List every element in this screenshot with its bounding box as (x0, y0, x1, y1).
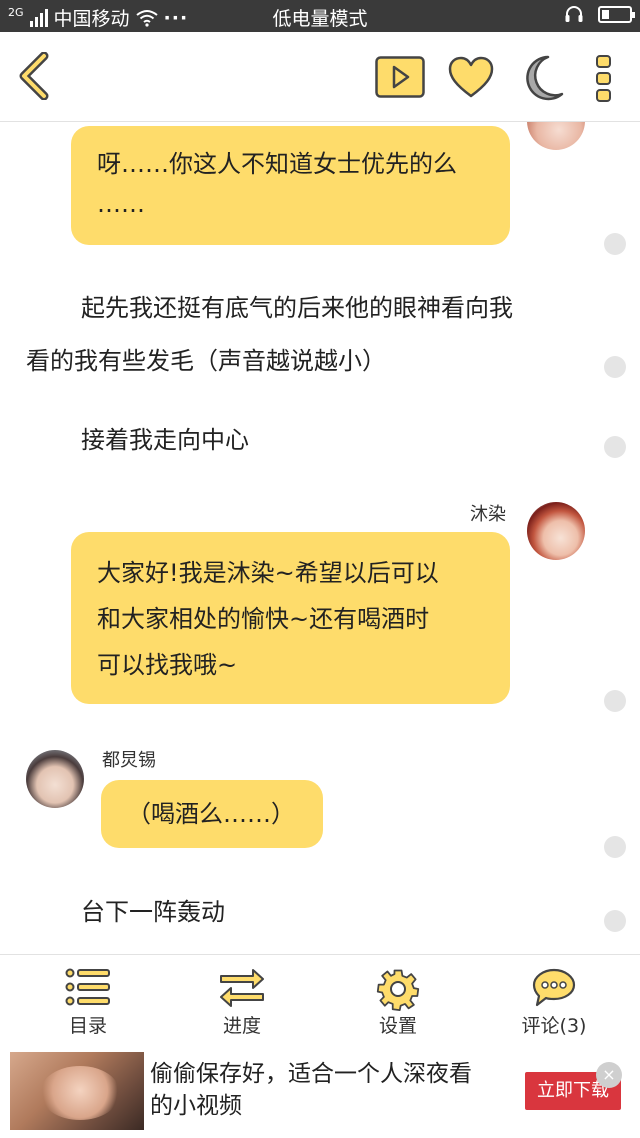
chat-text: 呀……你这人不知道女士优先的么 (97, 150, 457, 178)
chat-text: （喝酒么……） (127, 800, 295, 828)
favorite-button[interactable] (448, 56, 494, 100)
paragraph-comment-dot[interactable] (604, 690, 626, 712)
progress-button[interactable]: 进度 (162, 955, 322, 1047)
gear-icon (376, 969, 420, 1011)
ad-text-line: 偷偷保存好，适合一个人深夜看 (150, 1061, 472, 1087)
narration: 台下一阵轰动 (81, 898, 225, 926)
battery-level (602, 9, 609, 19)
close-icon[interactable]: × (596, 1062, 622, 1088)
chat-bubble: 呀……你这人不知道女士优先的么 …… (71, 126, 510, 245)
comments-button[interactable]: 评论(3) (474, 955, 634, 1047)
bottom-nav: 目录 进度 设置 评论(3) (0, 954, 640, 1046)
comment-icon (532, 968, 576, 1007)
chat-area[interactable]: 呀……你这人不知道女士优先的么 …… 起先我还挺有底气的后来他的眼神看向我 看的… (0, 122, 640, 954)
moon-icon (526, 55, 564, 101)
chat-text: 大家好!我是沐染~希望以后可以 (97, 559, 439, 587)
chat-bubble: （喝酒么……） (101, 780, 323, 848)
avatar[interactable] (26, 750, 84, 808)
ad-text[interactable]: 偷偷保存好，适合一个人深夜看 的小视频 (150, 1058, 500, 1122)
chat-text: …… (97, 190, 145, 218)
paragraph-comment-dot[interactable] (604, 910, 626, 932)
heart-icon (448, 56, 494, 98)
night-mode-button[interactable] (520, 54, 564, 102)
paragraph-comment-dot[interactable] (604, 233, 626, 255)
settings-button[interactable]: 设置 (318, 955, 478, 1047)
chat-text: 可以找我哦~ (97, 651, 238, 679)
chat-text: 和大家相处的愉快~还有喝酒时 (97, 605, 430, 633)
avatar[interactable] (527, 122, 585, 150)
ad-image[interactable] (10, 1052, 144, 1130)
narration-line: 看的我有些发毛（声音越说越小） (26, 347, 386, 375)
narration-line: 起先我还挺有底气的后来他的眼神看向我 (81, 294, 513, 322)
low-power-mode-label: 低电量模式 (272, 8, 368, 30)
nav-label: 设置 (378, 1015, 417, 1037)
narration: 接着我走向中心 (81, 426, 249, 454)
avatar[interactable] (527, 502, 585, 560)
back-icon (19, 51, 49, 101)
headphone-icon (565, 6, 583, 22)
nav-label: 进度 (222, 1015, 261, 1037)
progress-icon (220, 969, 264, 1007)
reader-toolbar (0, 32, 640, 122)
more-icon (596, 55, 611, 102)
ad-text-line: 的小视频 (150, 1093, 242, 1119)
nav-label: 评论(3) (521, 1015, 587, 1037)
speaker-name: 沐染 (470, 504, 506, 525)
catalog-icon (65, 968, 110, 1006)
play-icon (375, 56, 425, 98)
status-bar: 2G 中国移动 ··· 低电量模式 (0, 0, 640, 32)
narration: 起先我还挺有底气的后来他的眼神看向我 看的我有些发毛（声音越说越小） (26, 282, 586, 388)
more-menu-button[interactable] (594, 54, 614, 102)
ad-image-face (40, 1066, 120, 1120)
paragraph-comment-dot[interactable] (604, 356, 626, 378)
chat-bubble: 大家好!我是沐染~希望以后可以 和大家相处的愉快~还有喝酒时 可以找我哦~ (71, 532, 510, 704)
paragraph-comment-dot[interactable] (604, 436, 626, 458)
play-button[interactable] (375, 56, 425, 98)
back-button[interactable] (14, 51, 54, 101)
battery-icon (598, 5, 635, 23)
status-right (564, 5, 635, 23)
catalog-button[interactable]: 目录 (8, 955, 168, 1047)
paragraph-comment-dot[interactable] (604, 836, 626, 858)
nav-label: 目录 (68, 1015, 107, 1037)
speaker-name: 都炅锡 (102, 750, 156, 771)
ad-banner[interactable]: 偷偷保存好，适合一个人深夜看 的小视频 立即下载 (0, 1046, 640, 1138)
